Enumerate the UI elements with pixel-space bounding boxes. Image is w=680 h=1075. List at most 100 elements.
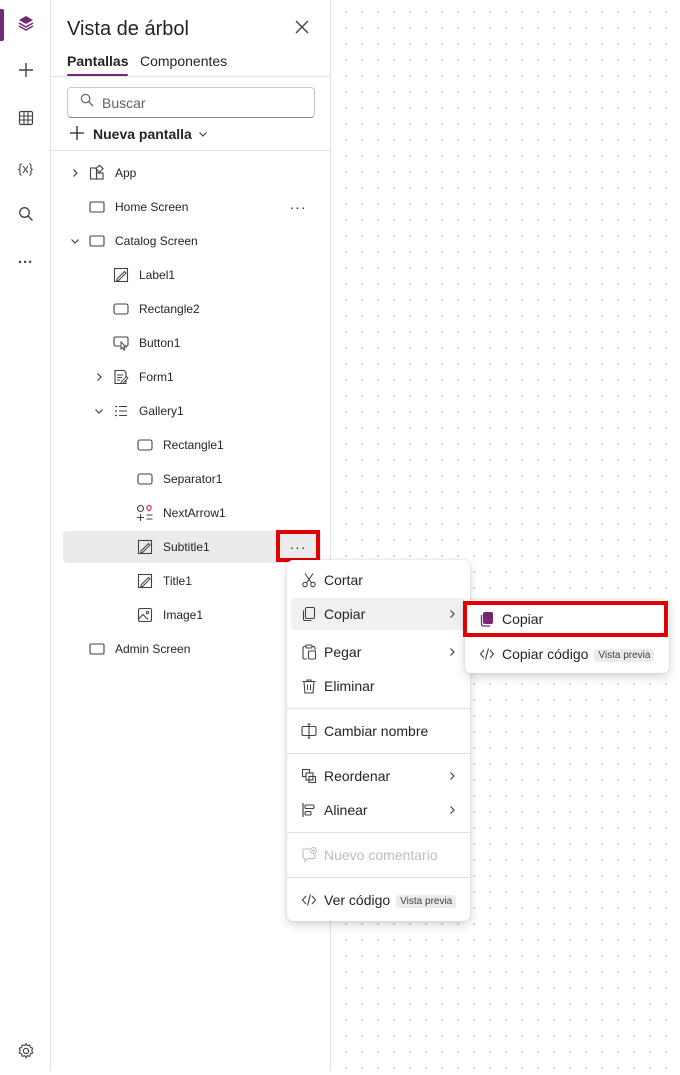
- tree-item-app[interactable]: App: [63, 157, 321, 189]
- more-button-highlight: [276, 530, 320, 562]
- more-icon: ···: [18, 253, 33, 271]
- close-button[interactable]: [291, 18, 313, 40]
- menu-item-align[interactable]: Alinear: [291, 794, 466, 826]
- tree-item-rectangle1[interactable]: Rectangle1: [63, 429, 321, 461]
- chevron-right-icon: [446, 804, 458, 816]
- reorder-icon: [299, 766, 319, 786]
- tree-view-button[interactable]: [0, 3, 51, 47]
- tree-item-label: Button1: [139, 336, 181, 350]
- rectangle-icon: [112, 300, 130, 318]
- paste-icon: [299, 642, 319, 662]
- button-icon: [112, 334, 130, 352]
- tree-item-label: Rectangle2: [139, 302, 200, 316]
- tree-item-nextarrow1[interactable]: NextArrow1: [63, 497, 321, 529]
- screen-icon: [88, 640, 106, 658]
- menu-item-label: Reordenar: [324, 768, 391, 784]
- submenu-copy-highlight: [463, 601, 668, 637]
- tree-item-home-screen[interactable]: Home Screen ···: [63, 191, 321, 223]
- menu-divider: [287, 832, 470, 833]
- new-screen-label: Nueva pantalla: [93, 126, 192, 142]
- add-icon: [69, 125, 85, 144]
- menu-item-paste[interactable]: Pegar: [291, 636, 466, 668]
- menu-item-label: Cortar: [324, 572, 363, 588]
- menu-item-label: Copiar código: [502, 646, 589, 662]
- menu-item-cut[interactable]: Cortar: [291, 564, 466, 596]
- code-icon: [299, 890, 319, 910]
- menu-item-label-with-badge: Ver código Vista previa: [324, 892, 457, 908]
- chevron-down-icon[interactable]: [69, 235, 81, 247]
- chevron-right-icon[interactable]: [69, 167, 81, 179]
- search-input[interactable]: [100, 93, 300, 112]
- menu-item-new-comment[interactable]: Nuevo comentario: [291, 839, 466, 871]
- settings-icon: [17, 1042, 35, 1065]
- tree-item-image1[interactable]: Image1: [63, 599, 321, 631]
- more-options-button[interactable]: ···: [284, 195, 312, 219]
- chevron-right-icon[interactable]: [93, 371, 105, 383]
- menu-item-label: Eliminar: [324, 678, 375, 694]
- chevron-right-icon: [446, 608, 458, 620]
- search-box[interactable]: [67, 87, 315, 118]
- settings-button[interactable]: [0, 1031, 51, 1075]
- tab-screens[interactable]: Pantallas: [67, 53, 129, 76]
- tabs-divider: [51, 76, 331, 77]
- tree-item-catalog-screen[interactable]: Catalog Screen: [63, 225, 321, 257]
- panel-divider: [51, 150, 331, 151]
- tree-item-label: Subtitle1: [163, 540, 210, 554]
- tree-item-label: Form1: [139, 370, 174, 384]
- delete-icon: [299, 676, 319, 696]
- tree-item-label: Separator1: [163, 472, 223, 486]
- code-icon: [478, 645, 496, 663]
- variables-button[interactable]: {x}: [0, 146, 51, 190]
- data-button[interactable]: [0, 98, 51, 142]
- comment-icon: [299, 845, 319, 865]
- menu-item-copy[interactable]: Copiar: [291, 598, 466, 630]
- tree-item-button1[interactable]: Button1: [63, 327, 321, 359]
- app-icon: [88, 164, 106, 182]
- align-icon: [299, 800, 319, 820]
- menu-item-label: Cambiar nombre: [324, 723, 429, 739]
- tree-item-label: Image1: [163, 608, 204, 622]
- tree-item-label: App: [115, 166, 137, 180]
- menu-item-label: Pegar: [324, 644, 362, 660]
- chevron-down-icon[interactable]: [93, 405, 105, 417]
- form-icon: [112, 368, 130, 386]
- variables-icon: {x}: [17, 160, 34, 176]
- menu-item-label: Alinear: [324, 802, 368, 818]
- submenu-item-copy-code[interactable]: Copiar código Vista previa: [469, 639, 665, 669]
- tree-view-icon: [17, 14, 35, 37]
- menu-item-delete[interactable]: Eliminar: [291, 670, 466, 702]
- icon-control-icon: [136, 504, 154, 522]
- gallery-icon: [112, 402, 130, 420]
- tree-item-separator1[interactable]: Separator1: [63, 463, 321, 495]
- label-icon: [136, 538, 154, 556]
- tree-item-label: Home Screen: [115, 200, 189, 214]
- tree-item-label1[interactable]: Label1: [63, 259, 321, 291]
- tree-item-rectangle2[interactable]: Rectangle2: [63, 293, 321, 325]
- tree-item-form1[interactable]: Form1: [63, 361, 321, 393]
- tree-item-label: Catalog Screen: [115, 234, 198, 248]
- context-menu: Cortar Copiar Pegar Eliminar Cambiar nom…: [287, 560, 470, 921]
- search-rail-button[interactable]: [0, 194, 51, 238]
- menu-item-label: Ver código: [324, 892, 391, 908]
- new-screen-button[interactable]: Nueva pantalla: [69, 123, 208, 145]
- menu-item-reorder[interactable]: Reordenar: [291, 760, 466, 792]
- tree-item-admin-screen[interactable]: Admin Screen: [63, 633, 321, 665]
- more-rail-button[interactable]: ···: [0, 240, 51, 284]
- tree-item-label: Rectangle1: [163, 438, 224, 452]
- chevron-right-icon: [446, 646, 458, 658]
- tree-item-gallery1[interactable]: Gallery1: [63, 395, 321, 427]
- menu-item-rename[interactable]: Cambiar nombre: [291, 715, 466, 747]
- label-icon: [112, 266, 130, 284]
- tree-item-title1[interactable]: Title1: [63, 565, 321, 597]
- rectangle-icon: [136, 436, 154, 454]
- screen-icon: [88, 198, 106, 216]
- tree-item-label: Label1: [139, 268, 176, 282]
- insert-button[interactable]: [0, 50, 51, 94]
- menu-item-view-code[interactable]: Ver código Vista previa: [291, 884, 466, 916]
- menu-item-label-with-badge: Copiar código Vista previa: [502, 646, 655, 662]
- close-icon: [295, 20, 309, 39]
- cut-icon: [299, 570, 319, 590]
- preview-badge: Vista previa: [396, 894, 457, 908]
- chevron-down-icon: [198, 126, 208, 142]
- tab-components[interactable]: Componentes: [140, 53, 227, 75]
